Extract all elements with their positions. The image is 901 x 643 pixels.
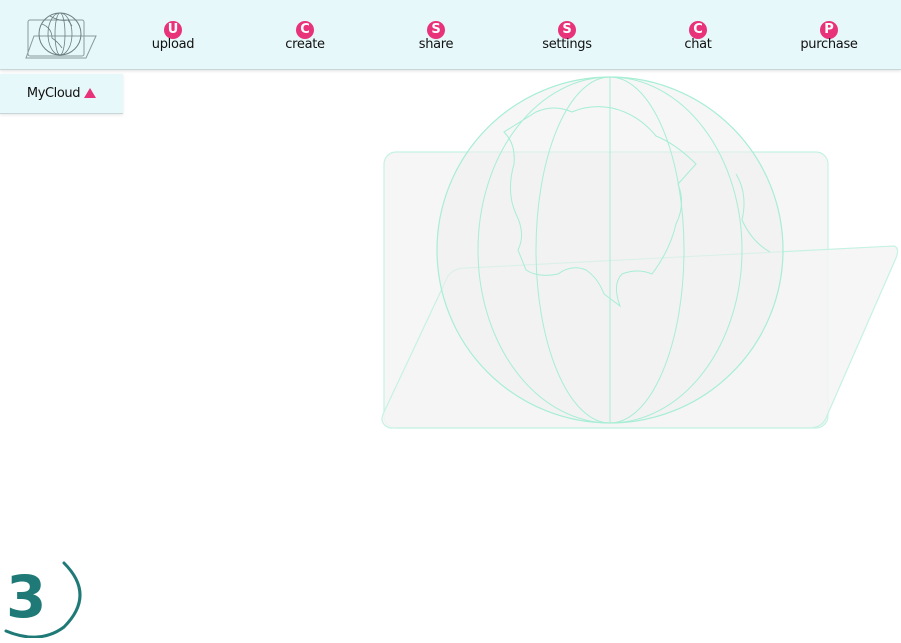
nav-chat-button[interactable]: C chat xyxy=(648,21,748,63)
globe-folder-logo-icon[interactable] xyxy=(24,8,102,62)
nav-upload-button[interactable]: U upload xyxy=(123,21,223,63)
nav-label: create xyxy=(285,37,325,52)
brand-3-logo-icon: 3 xyxy=(0,555,92,639)
top-navigation-bar: U upload C create S share S settings C c… xyxy=(0,0,901,70)
nav-settings-button[interactable]: S settings xyxy=(517,21,617,63)
brand-3-digit: 3 xyxy=(6,563,46,631)
nav-label: upload xyxy=(151,37,195,52)
nav-label: purchase xyxy=(800,37,858,52)
mycloud-tab[interactable]: MyCloud xyxy=(0,74,123,114)
nav-purchase-button[interactable]: P purchase xyxy=(779,21,879,63)
nav-create-button[interactable]: C create xyxy=(255,21,355,63)
triangle-up-icon xyxy=(84,87,97,98)
nav-label: settings xyxy=(542,37,592,52)
nav-share-button[interactable]: S share xyxy=(386,21,486,63)
mycloud-label: MyCloud xyxy=(26,86,81,101)
nav-label: chat xyxy=(684,37,712,52)
nav-label: share xyxy=(418,37,454,52)
globe-folder-watermark-icon xyxy=(376,74,901,434)
